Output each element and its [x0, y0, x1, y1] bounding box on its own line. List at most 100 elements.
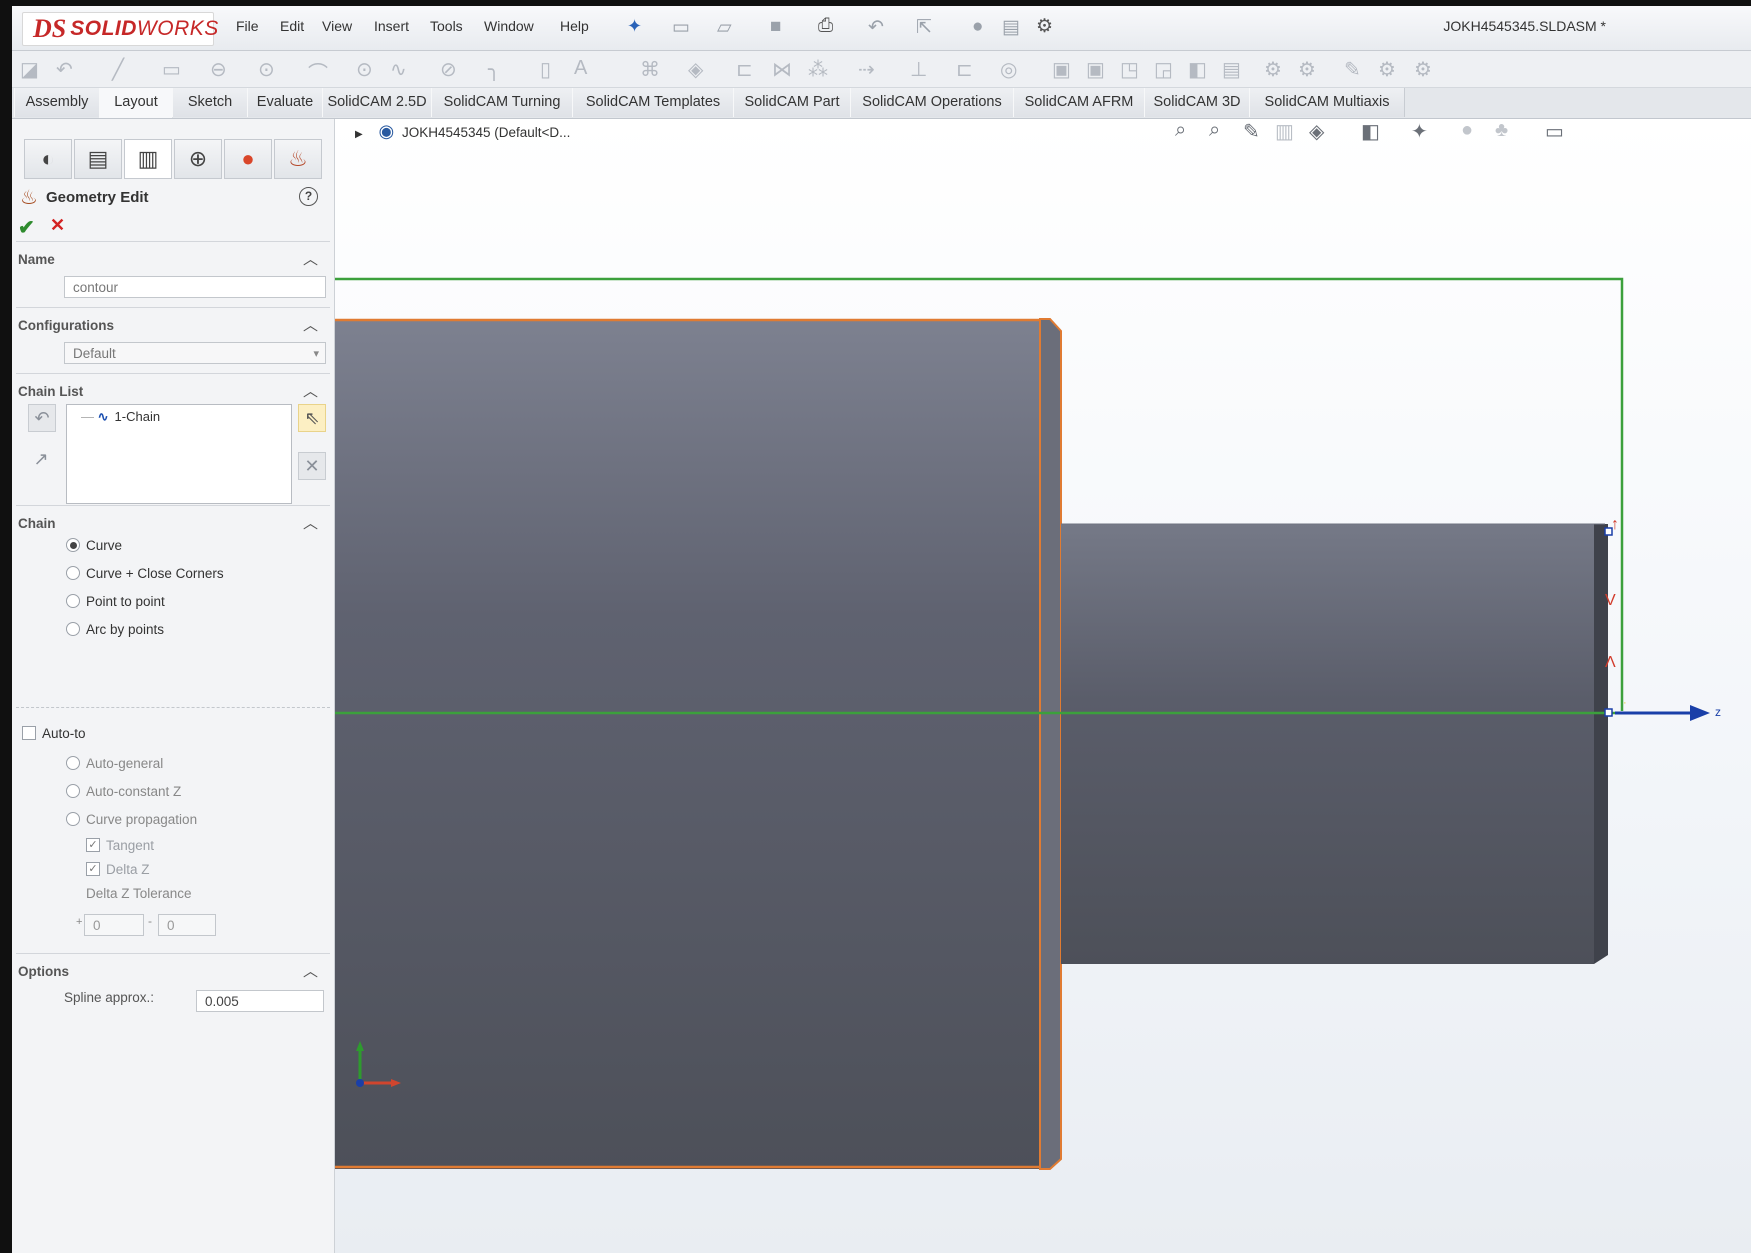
chain-list-box[interactable]: — ∿ 1-Chain	[66, 404, 292, 504]
collapse-chevron-icon[interactable]: ︿	[303, 960, 318, 981]
radio-auto-constant-z[interactable]: Auto-constant Z	[66, 782, 181, 802]
line-icon[interactable]: ╱	[112, 57, 124, 82]
menu-file[interactable]: File	[236, 18, 259, 34]
radio-button[interactable]	[66, 784, 80, 799]
slot-icon[interactable]: ⊖	[210, 57, 227, 82]
insert-block-icon[interactable]: ▤	[1222, 57, 1241, 82]
solidworks-logo[interactable]: DS SOLIDWORKS	[22, 12, 218, 46]
radio-button[interactable]	[66, 594, 80, 609]
name-field[interactable]: contour	[64, 276, 326, 298]
cancel-button[interactable]: ✕	[50, 215, 65, 236]
tab-evaluate[interactable]: Evaluate	[247, 88, 323, 117]
block-icon[interactable]: ◧	[1188, 57, 1207, 82]
options-gear-icon[interactable]: ⚙	[1036, 15, 1053, 38]
checkbox[interactable]	[22, 726, 36, 741]
graphics-viewport[interactable]: ▶ ◉ JOKH4545345 (Default<D... ⌕ ⌕ ✎ ▥ ◈ …	[335, 119, 1751, 1253]
undo-chain-button[interactable]: ↶	[28, 404, 56, 432]
radio-auto-general[interactable]: Auto-general	[66, 754, 163, 774]
tab-assembly[interactable]: Assembly	[14, 88, 100, 117]
checkbox[interactable]: ✓	[86, 862, 100, 877]
radio-curve[interactable]: Curve	[66, 536, 122, 556]
open-icon[interactable]: ▱	[717, 16, 732, 39]
menu-edit[interactable]: Edit	[280, 18, 304, 34]
list-item[interactable]: — ∿ 1-Chain	[81, 409, 160, 425]
menu-insert[interactable]: Insert	[374, 18, 409, 34]
arc-icon[interactable]: ⌒	[308, 57, 328, 86]
configuration-select[interactable]: Default ▾	[64, 342, 326, 364]
tab-solidcam-turning[interactable]: SolidCAM Turning	[431, 88, 573, 117]
tab-solidcam-2-5d[interactable]: SolidCAM 2.5D	[322, 88, 432, 117]
property-manager-tab[interactable]: ▤	[74, 139, 122, 179]
rebuild-icon[interactable]: ●	[972, 16, 983, 38]
radio-curve-close-corners[interactable]: Curve + Close Corners	[66, 564, 224, 584]
print-icon[interactable]: ⎙	[818, 15, 833, 37]
smart-dimension-icon[interactable]: ↶	[56, 57, 73, 82]
sketch-fillet-icon[interactable]: ⚙	[1298, 57, 1316, 82]
move-entities-icon[interactable]: ⇢	[858, 57, 875, 82]
collapse-chevron-icon[interactable]: ︿	[303, 380, 318, 401]
menu-help[interactable]: Help	[560, 18, 589, 34]
radio-arc-by-points[interactable]: Arc by points	[66, 620, 164, 640]
sketch-chamfer-icon[interactable]: ⚙	[1264, 57, 1282, 82]
radio-button[interactable]	[66, 812, 80, 827]
solidcam-manager-tab[interactable]: ♨	[274, 139, 322, 179]
tab-solidcam-templates[interactable]: SolidCAM Templates	[572, 88, 734, 117]
save-icon[interactable]: ■	[770, 16, 781, 38]
tab-layout[interactable]: Layout	[99, 88, 173, 118]
ok-button[interactable]: ✔	[18, 215, 35, 240]
radio-button[interactable]	[66, 566, 80, 581]
tab-sketch[interactable]: Sketch	[172, 88, 248, 117]
select-icon[interactable]: ⇱	[916, 16, 932, 39]
fillet-icon[interactable]: ╮	[488, 57, 500, 82]
collapse-chevron-icon[interactable]: ︿	[303, 248, 318, 269]
display-relations-icon[interactable]: ⊥	[910, 57, 927, 82]
configuration-manager-tab[interactable]: ▥	[124, 139, 172, 179]
collapse-chevron-icon[interactable]: ︿	[303, 314, 318, 335]
large-cylinder-body[interactable]	[335, 319, 1050, 1169]
menu-view[interactable]: View	[322, 18, 352, 34]
quick-snaps-icon[interactable]: ◎	[1000, 57, 1017, 82]
spline-icon[interactable]: ∿	[390, 57, 407, 82]
repair-sketch-icon[interactable]: ⊏	[956, 57, 973, 82]
mate-icon[interactable]: ⚙	[1414, 57, 1432, 82]
delete-chain-button[interactable]: ✕	[298, 452, 326, 480]
linear-pattern-icon[interactable]: ⁂	[808, 57, 828, 82]
auto-to-checkbox[interactable]: Auto-to	[22, 724, 86, 744]
tab-solidcam-3d[interactable]: SolidCAM 3D	[1144, 88, 1250, 117]
tolerance-minus-field[interactable]: 0	[158, 914, 216, 936]
radio-point-to-point[interactable]: Point to point	[66, 592, 165, 612]
mirror-icon[interactable]: ⋈	[772, 57, 792, 82]
menu-window[interactable]: Window	[484, 18, 534, 34]
feature-manager-tab[interactable]: ◐	[24, 139, 72, 179]
tools-icon[interactable]: ✎	[1344, 57, 1361, 82]
circle-icon[interactable]: ⊙	[258, 57, 275, 82]
tab-solidcam-afrm[interactable]: SolidCAM AFRM	[1013, 88, 1145, 117]
offset-icon[interactable]: ⊏	[736, 57, 753, 82]
tab-solidcam-operations[interactable]: SolidCAM Operations	[850, 88, 1014, 117]
pin-menu-icon[interactable]: ✦	[627, 16, 642, 37]
rectangle-icon[interactable]: ▭	[162, 57, 181, 82]
polygon-icon[interactable]: ⊙	[356, 57, 373, 82]
ellipse-icon[interactable]: ⊘	[440, 57, 457, 82]
undo-icon[interactable]: ↶	[868, 16, 884, 39]
delta-z-checkbox[interactable]: ✓ Delta Z	[86, 860, 150, 880]
add-chain-button[interactable]: ⇖	[298, 404, 326, 432]
display-manager-tab[interactable]: ●	[224, 139, 272, 179]
small-cylinder-body[interactable]	[1061, 524, 1594, 964]
tab-solidcam-part[interactable]: SolidCAM Part	[733, 88, 851, 117]
plane-icon[interactable]: ▯	[540, 57, 551, 82]
sketch-settings-icon[interactable]: ⚙	[1378, 57, 1396, 82]
spline-approx-field[interactable]: 0.005	[196, 990, 324, 1012]
radio-curve-propagation[interactable]: Curve propagation	[66, 810, 197, 830]
radio-button[interactable]	[66, 538, 80, 553]
trim-icon[interactable]: ⌘	[640, 57, 660, 82]
checkbox[interactable]: ✓	[86, 838, 100, 853]
help-icon[interactable]: ?	[299, 187, 318, 206]
convert-entities-icon[interactable]: ◈	[688, 57, 703, 82]
instant2d-icon[interactable]: ◳	[1120, 57, 1139, 82]
radio-button[interactable]	[66, 622, 80, 637]
radio-button[interactable]	[66, 756, 80, 771]
redirect-chain-button[interactable]: ↗	[28, 446, 54, 472]
new-document-icon[interactable]: ▭	[672, 16, 690, 39]
chain-end-marker[interactable]	[1604, 708, 1613, 717]
